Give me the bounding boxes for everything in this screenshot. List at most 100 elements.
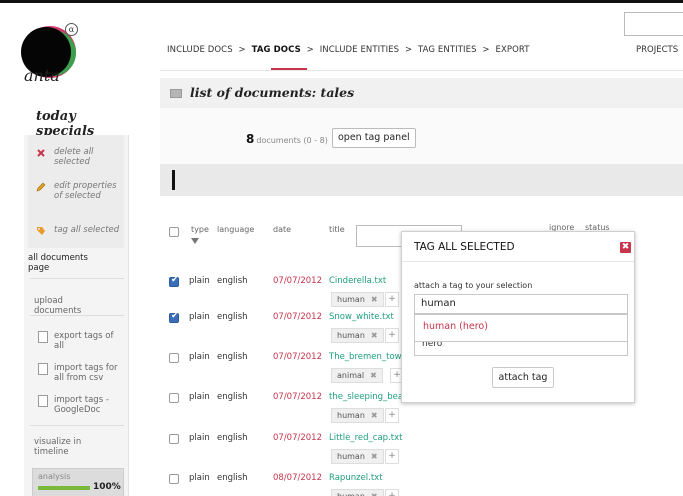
- tag-chip[interactable]: human ✖: [331, 408, 384, 423]
- step-navigation: INCLUDE DOCS > TAG DOCS > INCLUDE ENTITI…: [167, 45, 533, 55]
- document-title-link[interactable]: Snow_white.txt: [329, 312, 394, 322]
- select-all-checkbox[interactable]: [169, 227, 179, 237]
- row-checkbox[interactable]: [169, 393, 179, 403]
- cell-date: 08/07/2012: [273, 473, 322, 483]
- folder-icon: [170, 89, 182, 98]
- table-row: plain english 07/07/2012 the_sleeping_beahu…: [160, 391, 420, 429]
- cell-language: english: [217, 473, 248, 483]
- cell-type: plain: [189, 276, 210, 286]
- nav-separator: >: [404, 45, 413, 55]
- tag-icon: [37, 227, 45, 235]
- row-checkbox[interactable]: [169, 434, 179, 444]
- tag-chip[interactable]: human ✖: [331, 489, 384, 496]
- remove-tag-icon[interactable]: ✖: [371, 452, 378, 461]
- analysis-bar: [38, 486, 90, 490]
- import-icon: [38, 395, 48, 407]
- add-tag-icon[interactable]: +: [385, 408, 399, 423]
- row-checkbox[interactable]: [169, 474, 179, 484]
- remove-tag-icon[interactable]: ✖: [371, 492, 378, 496]
- analysis-label: analysis: [38, 472, 71, 481]
- column-header-language[interactable]: language: [217, 225, 254, 234]
- pencil-icon: [36, 182, 46, 192]
- table-row: plain english 07/07/2012 Snow_white.txthuma…: [160, 311, 420, 349]
- text-cursor: [172, 170, 175, 190]
- cell-date: 07/07/2012: [273, 433, 322, 443]
- cell-language: english: [217, 312, 248, 322]
- cell-date: 07/07/2012: [273, 352, 322, 362]
- document-title-link[interactable]: Little_red_cap.txt: [329, 433, 402, 443]
- cell-type: plain: [189, 392, 210, 402]
- nav-step-tag-docs[interactable]: TAG DOCS: [252, 45, 301, 55]
- analysis-percent: 100%: [93, 482, 121, 492]
- export-icon: [38, 331, 48, 343]
- nav-step-tag-entities[interactable]: TAG ENTITIES: [418, 45, 477, 55]
- document-title-link[interactable]: the_sleeping_bea: [329, 392, 403, 402]
- tag-panel-strip: [160, 164, 683, 196]
- column-header-date[interactable]: date: [273, 225, 291, 234]
- top-border: [0, 0, 683, 3]
- remove-tag-icon[interactable]: ✖: [371, 295, 378, 304]
- remove-tag-icon[interactable]: ✖: [371, 411, 378, 420]
- tag-label: human: [337, 492, 365, 496]
- close-icon[interactable]: ✖: [620, 242, 631, 253]
- cell-type: plain: [189, 473, 210, 483]
- add-tag-icon[interactable]: +: [385, 328, 399, 343]
- tag-label: animal: [337, 371, 365, 380]
- row-checkbox[interactable]: [169, 275, 179, 287]
- column-header-type[interactable]: type: [191, 225, 209, 234]
- document-title-link[interactable]: Cinderella.txt: [329, 276, 386, 286]
- cell-type: plain: [189, 433, 210, 443]
- nav-step-include-entities[interactable]: INCLUDE ENTITIES: [320, 45, 399, 55]
- add-tag-icon[interactable]: +: [385, 292, 399, 307]
- suggestion-item[interactable]: hero: [422, 342, 442, 349]
- nav-separator: >: [482, 45, 490, 55]
- tag-chip[interactable]: human ✖: [331, 292, 384, 307]
- dialog-label: attach a tag to your selection: [414, 281, 533, 290]
- document-title-link[interactable]: Rapunzel.txt: [329, 473, 383, 483]
- open-tag-panel-button[interactable]: open tag panel: [332, 128, 416, 148]
- cell-language: english: [217, 392, 248, 402]
- page-title: list of documents: tales: [190, 85, 355, 100]
- sort-down-icon[interactable]: [191, 238, 199, 244]
- column-header-title[interactable]: title: [329, 225, 345, 234]
- dialog-title: TAG ALL SELECTED: [414, 241, 515, 253]
- add-tag-icon[interactable]: +: [385, 489, 399, 496]
- import-icon: [38, 363, 48, 375]
- add-tag-icon[interactable]: +: [385, 449, 399, 464]
- nav-step-include-docs[interactable]: INCLUDE DOCS: [167, 45, 233, 55]
- tag-chip[interactable]: human ✖: [331, 328, 384, 343]
- nav-separator: >: [238, 45, 246, 55]
- remove-tag-icon[interactable]: ✖: [371, 331, 378, 340]
- analysis-bar-fill: [38, 486, 90, 490]
- document-title-link[interactable]: The_bremen_tow: [329, 352, 402, 362]
- tag-label: human: [337, 295, 365, 304]
- cell-language: english: [217, 276, 248, 286]
- nav-step-export[interactable]: EXPORT: [495, 45, 529, 55]
- search-input[interactable]: [624, 12, 683, 36]
- row-checkbox[interactable]: [169, 353, 179, 363]
- projects-link[interactable]: PROJECTS: [636, 45, 678, 55]
- remove-tag-icon[interactable]: ✖: [370, 371, 377, 380]
- cell-date: 07/07/2012: [273, 276, 322, 286]
- suggestion-item[interactable]: human (hero): [423, 321, 488, 332]
- delete-icon: [37, 149, 45, 157]
- row-checkbox[interactable]: [169, 311, 179, 323]
- sidebar: today specials delete all selected edit …: [24, 95, 129, 496]
- attach-tag-button[interactable]: attach tag: [492, 367, 554, 388]
- table-row: plain english 07/07/2012 The_bremen_tow anim…: [160, 351, 420, 389]
- nav-divider: [160, 70, 683, 71]
- tag-label: human: [337, 331, 365, 340]
- suggestion-item-box[interactable]: hero: [414, 342, 628, 356]
- toolbar: 8 documents (0 - 8) open tag panel: [160, 108, 683, 164]
- cell-date: 07/07/2012: [273, 392, 322, 402]
- logo-text: anta: [24, 66, 60, 85]
- document-count: 8 documents (0 - 8): [246, 132, 328, 146]
- page-header: list of documents: tales: [160, 78, 683, 108]
- cell-language: english: [217, 352, 248, 362]
- tag-chip[interactable]: animal ✖: [331, 368, 383, 383]
- tag-input[interactable]: human: [414, 294, 628, 314]
- tag-chip[interactable]: human ✖: [331, 449, 384, 464]
- suggestion-list: human (hero): [414, 314, 628, 342]
- analysis-progress: analysis 100%: [32, 468, 124, 496]
- nav-separator: >: [306, 45, 314, 55]
